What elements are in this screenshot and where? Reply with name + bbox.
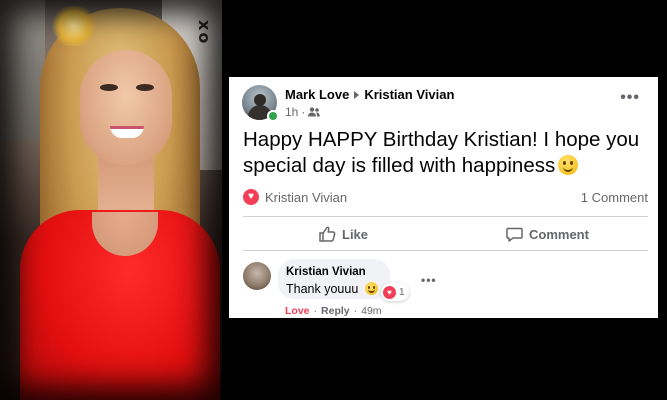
post-options-button[interactable]: ••• xyxy=(620,89,640,107)
comment-label: Comment xyxy=(529,226,589,242)
like-label: Like xyxy=(342,226,369,242)
comment-text: Thank youuu xyxy=(286,282,378,296)
post-meta: 1h · xyxy=(285,105,321,119)
divider xyxy=(243,250,648,251)
comment-button[interactable]: Comment xyxy=(506,223,589,245)
comment-love-link[interactable]: Love xyxy=(285,305,310,317)
smiling-emoji-icon xyxy=(558,155,579,175)
love-reaction-icon: ♥ xyxy=(243,189,259,205)
comment-reaction-count: 1 xyxy=(399,286,405,298)
comment-reaction-badge[interactable]: ♥ 1 xyxy=(381,283,409,301)
photo-eye-right xyxy=(136,84,154,91)
thumbs-up-icon xyxy=(319,226,336,242)
comment-bubble: Kristian Vivian Thank youuu xyxy=(278,259,390,299)
love-reaction-icon: ♥ xyxy=(383,285,396,299)
birthday-photo: xo xyxy=(0,0,222,400)
photo-face xyxy=(80,50,172,165)
comment-actions: Love · Reply · 49m xyxy=(285,305,382,317)
like-button[interactable]: Like xyxy=(319,223,368,245)
arrow-right-icon xyxy=(354,90,360,99)
divider xyxy=(243,216,648,217)
commenter-name-link[interactable]: Kristian Vivian xyxy=(286,266,366,278)
commenter-avatar[interactable] xyxy=(243,262,271,290)
photo-wall-text: xo xyxy=(195,20,214,46)
photo-background-left xyxy=(0,0,45,140)
reaction-names[interactable]: Kristian Vivian xyxy=(265,190,347,205)
author-name-link[interactable]: Mark Love xyxy=(285,87,349,102)
comment-reply-link[interactable]: Reply xyxy=(321,305,350,317)
smiling-emoji-icon xyxy=(364,282,378,295)
post-time-link[interactable]: 1h xyxy=(285,105,298,119)
friends-audience-icon[interactable] xyxy=(308,107,321,117)
post-header-names: Mark Love Kristian Vivian xyxy=(285,87,454,102)
photo-eye-left xyxy=(100,84,118,91)
comment-options-button[interactable]: ••• xyxy=(421,273,437,287)
photo-gift-bow xyxy=(52,6,96,46)
post-body: Happy HAPPY Birthday Kristian! I hope yo… xyxy=(243,128,640,177)
comment-time-link[interactable]: 49m xyxy=(361,305,381,317)
online-status-dot xyxy=(267,110,279,122)
photo-smile xyxy=(110,126,144,138)
post-text: Happy HAPPY Birthday Kristian! I hope yo… xyxy=(243,127,651,179)
comment-count-link[interactable]: 1 Comment xyxy=(581,190,648,205)
reaction-summary[interactable]: ♥ Kristian Vivian xyxy=(243,189,347,205)
comment-bubble-icon xyxy=(506,227,523,242)
recipient-name-link[interactable]: Kristian Vivian xyxy=(364,87,454,102)
facebook-post-card: Mark Love Kristian Vivian 1h · ••• Happy… xyxy=(229,77,658,318)
